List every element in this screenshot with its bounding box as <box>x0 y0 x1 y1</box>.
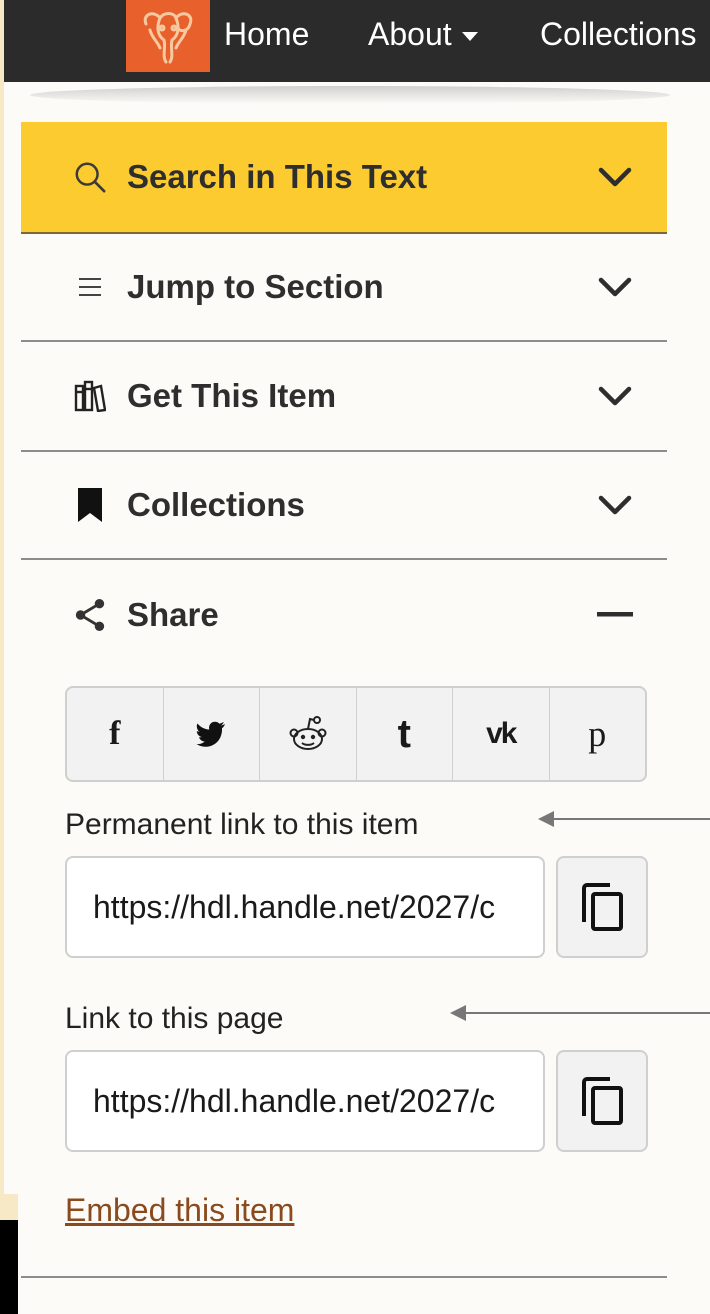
nav-about-menu[interactable]: About <box>368 14 478 54</box>
page-link-input[interactable] <box>65 1050 545 1152</box>
share-icon <box>73 598 107 632</box>
section-jump-to-section[interactable]: Jump to Section <box>21 234 667 342</box>
page-link-label: Link to this page <box>65 1002 284 1035</box>
vk-icon: vk <box>486 717 517 750</box>
section-label: Share <box>127 596 219 633</box>
chevron-down-icon[interactable] <box>595 376 635 416</box>
books-icon <box>73 379 107 413</box>
nav-home-link[interactable]: Home <box>224 14 309 54</box>
tumblr-icon: t <box>397 711 411 756</box>
minus-icon[interactable] <box>595 595 635 635</box>
section-get-this-item[interactable]: Get This Item <box>21 342 667 452</box>
facebook-icon: f <box>109 715 121 752</box>
embed-item-link[interactable]: Embed this item <box>65 1192 294 1229</box>
section-label: Collections <box>127 486 305 523</box>
chevron-down-icon[interactable] <box>595 267 635 307</box>
caret-down-icon <box>461 32 478 42</box>
panel-shadow <box>30 86 670 104</box>
copy-icon <box>582 1077 623 1125</box>
pinterest-share-button[interactable]: p <box>550 688 646 780</box>
section-search-in-text[interactable]: Search in This Text <box>21 122 667 234</box>
search-icon <box>73 160 107 194</box>
reddit-icon <box>289 716 327 750</box>
annotation-arrow <box>450 1005 710 1021</box>
permanent-link-input[interactable] <box>65 856 545 958</box>
top-navbar: Home About Collections <box>4 0 710 82</box>
pinterest-icon: p <box>588 714 607 754</box>
vk-share-button[interactable]: vk <box>453 688 550 780</box>
section-label: Get This Item <box>127 377 337 414</box>
elephant-logo-icon <box>143 12 193 64</box>
reddit-share-button[interactable] <box>260 688 357 780</box>
chevron-down-icon[interactable] <box>595 485 635 525</box>
chevron-down-icon[interactable] <box>595 157 635 197</box>
facebook-share-button[interactable]: f <box>67 688 164 780</box>
copy-page-link-button[interactable] <box>556 1050 648 1152</box>
section-label: Jump to Section <box>127 268 384 305</box>
nav-about-label: About <box>368 16 452 52</box>
section-label: Search in This Text <box>127 158 428 195</box>
section-collections[interactable]: Collections <box>21 452 667 560</box>
section-share[interactable]: Share <box>21 560 667 670</box>
twitter-share-button[interactable] <box>164 688 260 780</box>
bookmark-icon <box>73 488 107 522</box>
copy-icon <box>582 883 623 931</box>
list-icon <box>73 270 107 304</box>
nav-collections-link[interactable]: Collections <box>540 14 697 54</box>
annotation-arrow <box>538 811 710 827</box>
twitter-icon <box>196 721 226 747</box>
site-logo[interactable] <box>126 0 210 72</box>
copy-permanent-link-button[interactable] <box>556 856 648 958</box>
permanent-link-label: Permanent link to this item <box>65 808 419 841</box>
divider <box>21 1276 667 1278</box>
social-share-bar: f t vk p <box>65 686 647 782</box>
tumblr-share-button[interactable]: t <box>357 688 453 780</box>
